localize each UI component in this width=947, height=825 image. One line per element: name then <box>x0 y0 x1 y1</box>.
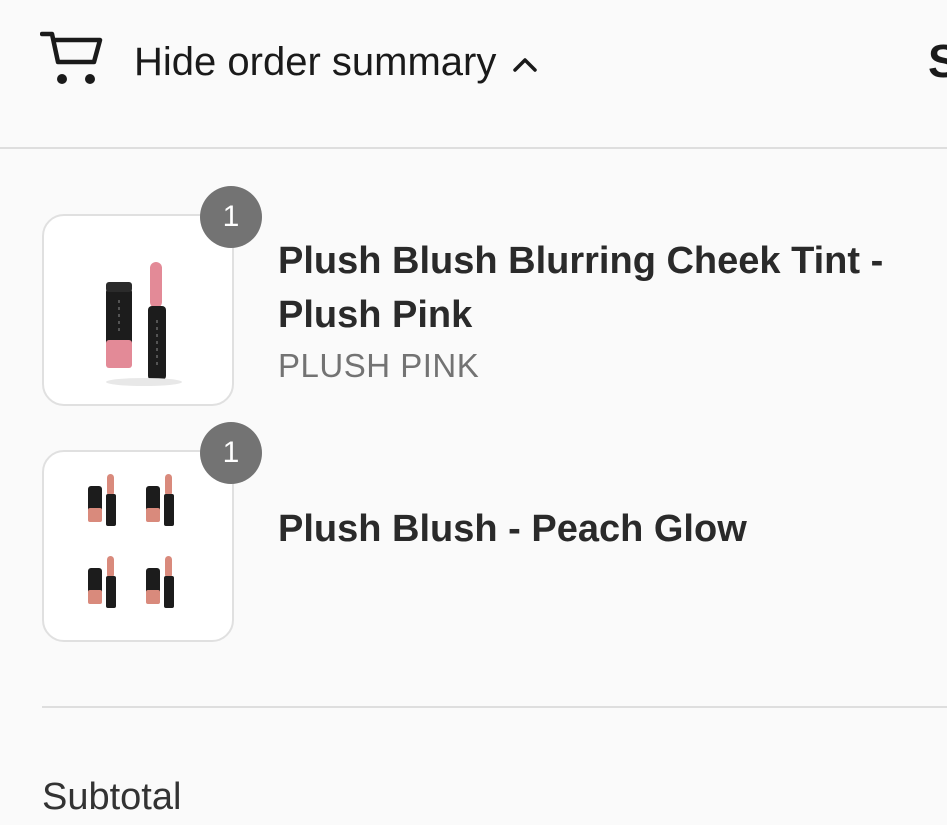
quantity-badge: 1 <box>200 422 262 484</box>
order-summary-header: Hide order summary S <box>0 0 947 149</box>
product-thumbnail <box>42 450 234 642</box>
product-thumbnail-wrapper: 1 <box>42 186 262 406</box>
lip-tint-set-icon <box>88 474 174 608</box>
cart-icon <box>40 28 104 86</box>
product-thumbnail <box>42 214 234 406</box>
item-variant: PLUSH PINK <box>278 347 480 384</box>
quantity-badge: 1 <box>200 186 262 248</box>
hide-order-summary-button[interactable]: Hide order summary <box>134 36 538 88</box>
order-total-preview: S <box>928 34 947 88</box>
item-name: Plush Blush - Peach Glow <box>278 508 747 550</box>
subtotal-label: Subtotal <box>42 776 182 818</box>
lip-tint-single-icon <box>106 262 182 386</box>
item-details: Plush Blush Blurring Cheek Tint - Plush … <box>278 234 918 388</box>
chevron-up-icon <box>512 52 538 78</box>
product-thumbnail-wrapper: 1 <box>42 422 262 642</box>
item-details: Plush Blush - Peach Glow <box>278 502 918 556</box>
item-name: Plush Blush Blurring Cheek Tint - Plush … <box>278 240 884 336</box>
toggle-label: Hide order summary <box>134 39 497 84</box>
divider <box>42 706 947 708</box>
